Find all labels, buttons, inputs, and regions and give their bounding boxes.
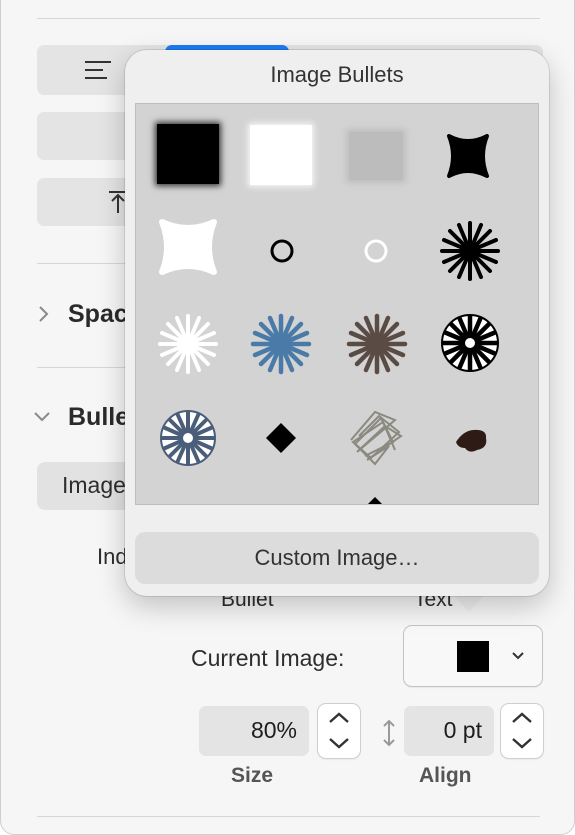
size-label: Size [231, 764, 274, 787]
vertical-arrows-icon [383, 719, 395, 747]
stepper-up-icon[interactable] [327, 711, 351, 725]
chevron-right-icon[interactable] [38, 305, 50, 323]
gray-square-bullet[interactable] [331, 108, 423, 200]
stepper-up-icon[interactable] [510, 711, 534, 725]
black-white-starburst-bullet[interactable] [425, 300, 517, 392]
black-circle-outline-bullet[interactable] [235, 204, 327, 296]
black-rounded-star-bullet[interactable] [425, 108, 517, 200]
scribble-diamond-bullet[interactable] [331, 396, 423, 488]
white-rounded-star-bullet[interactable] [142, 204, 234, 296]
blue-starburst-bullet[interactable] [235, 300, 327, 392]
align-field[interactable]: 0 pt [404, 706, 494, 756]
black-starburst-bullet[interactable] [425, 204, 517, 296]
current-image-label: Current Image: [191, 645, 345, 671]
align-label: Align [419, 764, 472, 787]
align-left-icon[interactable] [85, 60, 113, 80]
format-inspector: Spacing Bullets Image Bullets Indent: Bu… [0, 0, 575, 835]
chevron-down-icon[interactable] [33, 411, 51, 423]
current-image-swatch [457, 641, 489, 672]
stepper-down-icon[interactable] [327, 736, 351, 750]
custom-image-button[interactable]: Custom Image… [135, 532, 539, 584]
stepper-down-icon[interactable] [510, 736, 534, 750]
image-bullets-grid [135, 103, 539, 505]
popover-title: Image Bullets [270, 62, 404, 87]
bottom-divider [37, 816, 540, 817]
top-divider [37, 18, 540, 19]
brown-starburst-bullet[interactable] [331, 300, 423, 392]
black-diamond-bullet[interactable] [235, 396, 327, 488]
white-starburst-bullet[interactable] [142, 300, 234, 392]
starburst-icon [440, 221, 500, 281]
size-stepper[interactable] [318, 704, 360, 758]
white-circle-outline-bullet[interactable] [331, 204, 423, 296]
more-bullets-hint [368, 497, 382, 504]
image-bullets-popover: Image Bullets Custom Image… [125, 50, 549, 596]
align-stepper[interactable] [501, 704, 543, 758]
current-image-popup[interactable] [404, 626, 542, 686]
black-square-bullet[interactable] [142, 108, 234, 200]
blue-white-starburst-bullet[interactable] [142, 396, 234, 488]
white-square-bullet[interactable] [235, 108, 327, 200]
dark-brown-blob-bullet[interactable] [425, 396, 517, 488]
size-field[interactable]: 80% [199, 706, 309, 756]
chevron-down-icon[interactable] [511, 651, 525, 661]
